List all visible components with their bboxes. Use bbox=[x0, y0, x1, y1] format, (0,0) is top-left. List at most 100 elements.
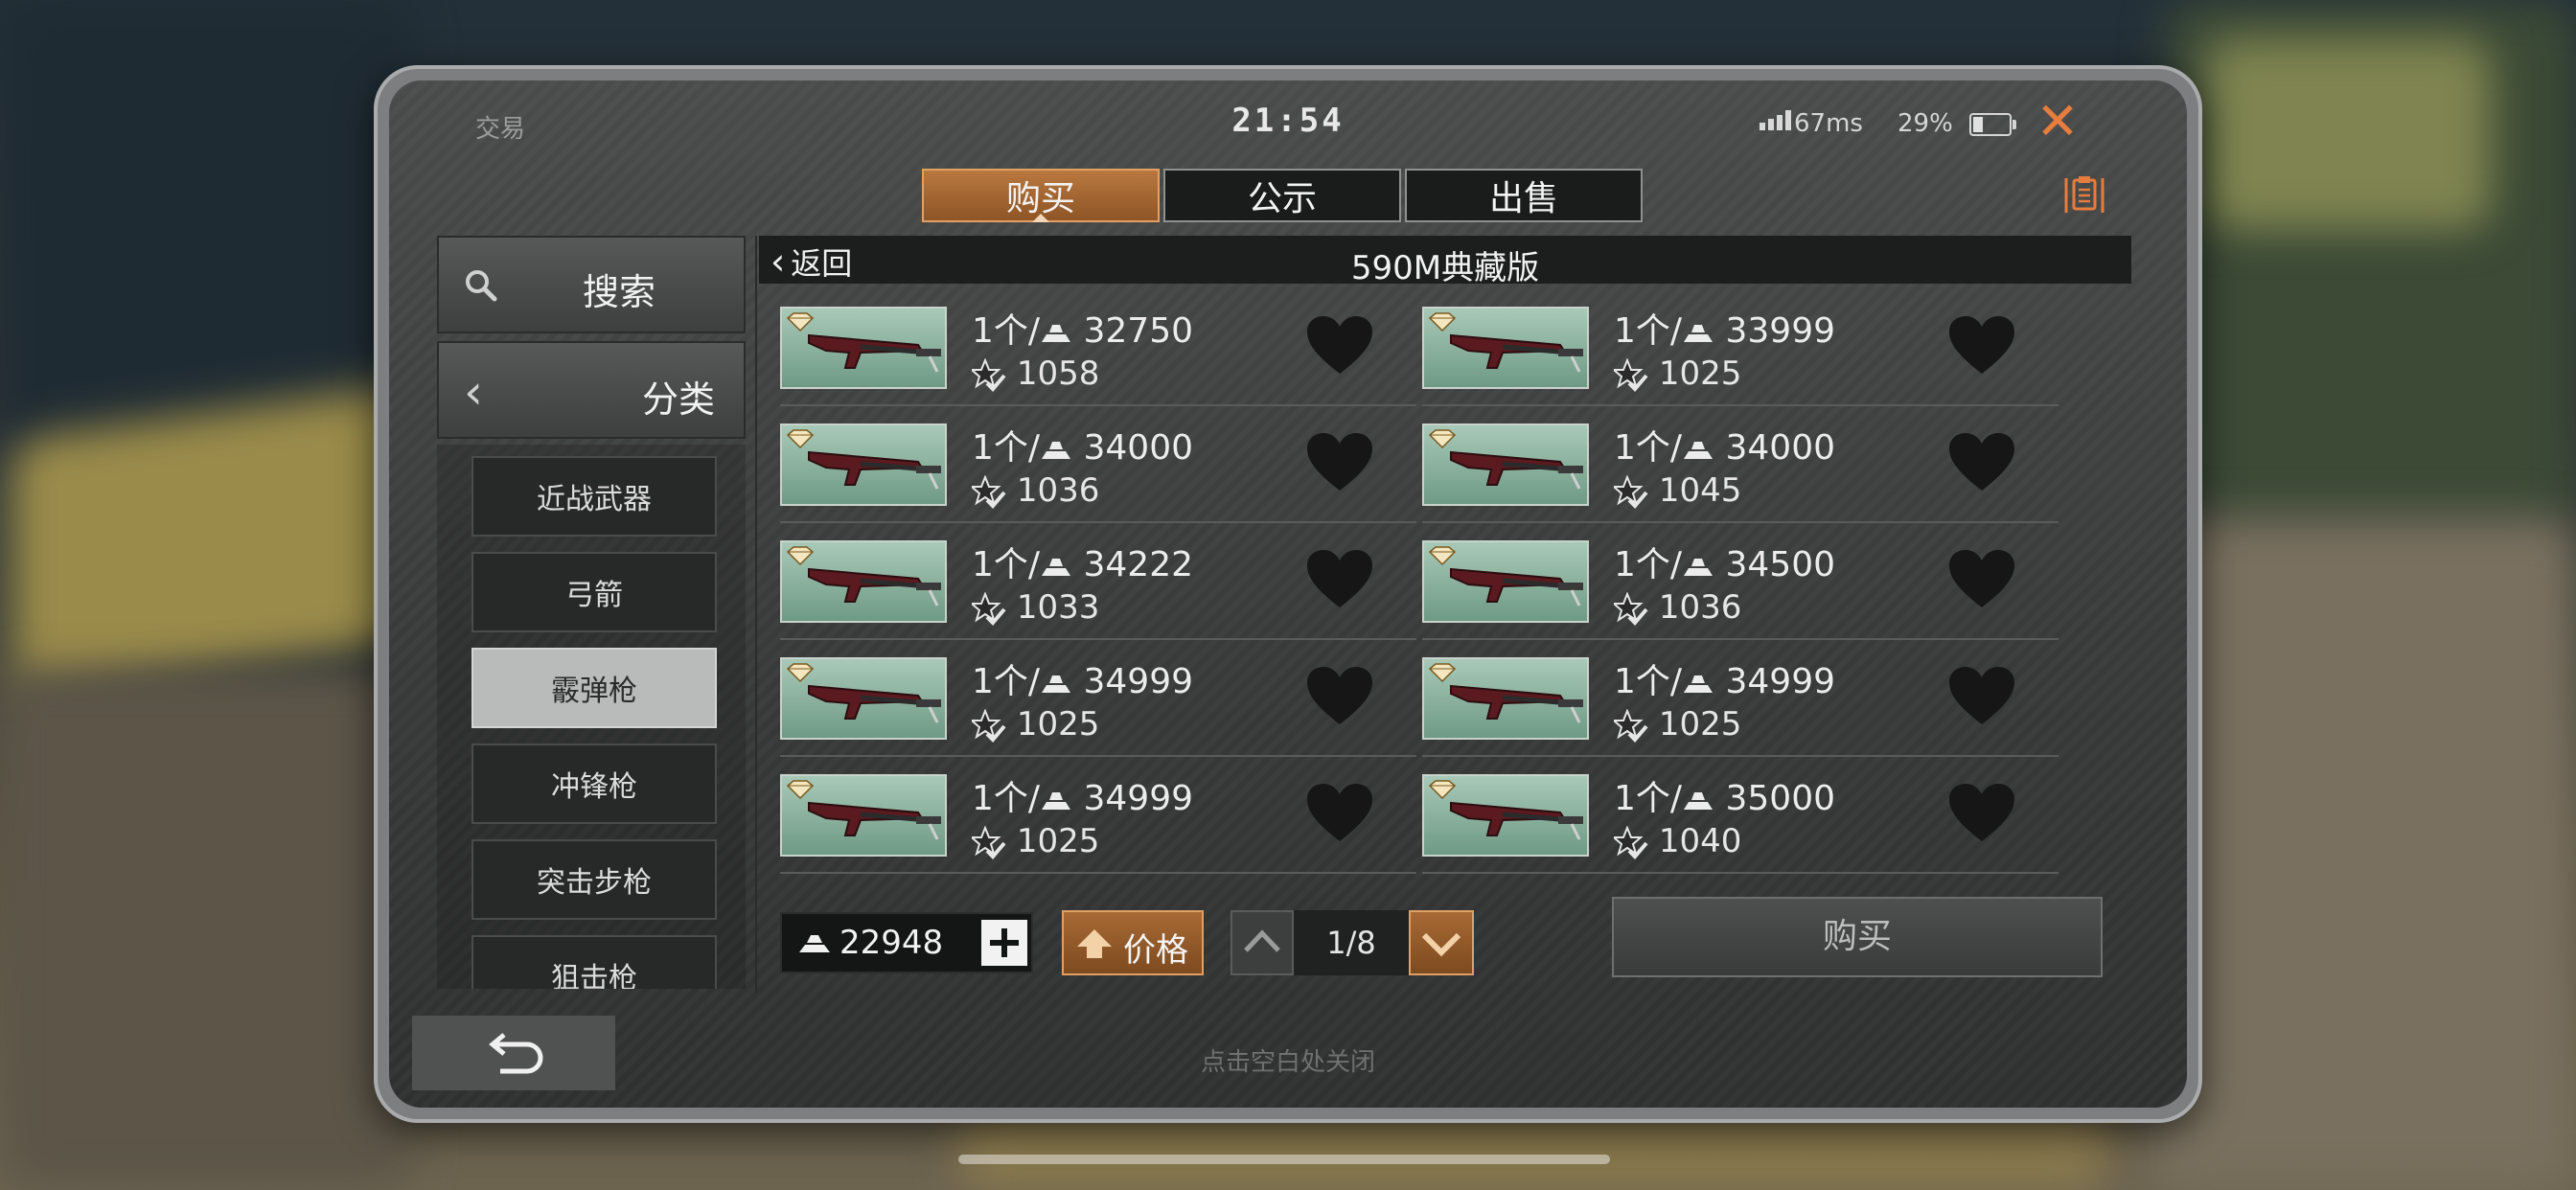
currency-balance: 22948 bbox=[780, 912, 1033, 973]
clipboard-icon[interactable] bbox=[2062, 172, 2106, 217]
category-button[interactable]: ‹ 分类 bbox=[437, 341, 746, 439]
listing-price: 1个/ 34999 bbox=[1614, 653, 1835, 703]
sort-price-button[interactable]: 价格 bbox=[1062, 910, 1204, 975]
search-label: 搜索 bbox=[583, 271, 656, 313]
listing-item[interactable]: 1个/ 34999 1025 bbox=[1422, 653, 2058, 757]
category-smg[interactable]: 冲锋枪 bbox=[472, 744, 717, 824]
listing-price: 1个/ 33999 bbox=[1614, 303, 1835, 353]
price-text: 1个/ 34000 bbox=[972, 428, 1194, 468]
battery-icon bbox=[1969, 113, 2016, 136]
listing-rating: 1058 bbox=[972, 355, 1099, 393]
star-check-icon bbox=[972, 357, 1006, 392]
heart-icon[interactable] bbox=[1305, 548, 1374, 611]
listing-item[interactable]: 1个/ 34500 1036 bbox=[1422, 537, 2058, 640]
price-text: 1个/ 34222 bbox=[972, 545, 1194, 584]
listing-item[interactable]: 1个/ 34999 1025 bbox=[780, 653, 1416, 757]
category-melee[interactable]: 近战武器 bbox=[472, 456, 717, 537]
listing-rating: 1045 bbox=[1614, 471, 1741, 510]
search-button[interactable]: 搜索 bbox=[437, 236, 746, 333]
category-sniper[interactable]: 狙击枪 bbox=[472, 935, 717, 989]
item-header: ‹ 返回 590M典藏版 bbox=[759, 236, 2131, 287]
rating-value: 1040 bbox=[1658, 822, 1742, 860]
heart-icon[interactable] bbox=[1947, 548, 2016, 611]
page-indicator: 1/8 bbox=[1294, 910, 1409, 975]
sort-up-icon bbox=[1077, 929, 1112, 958]
gold-icon bbox=[1684, 675, 1714, 693]
category-assault-rifle[interactable]: 突击步枪 bbox=[472, 839, 717, 920]
sidebar-divider bbox=[755, 236, 757, 993]
rating-value: 1036 bbox=[1658, 588, 1742, 627]
item-thumbnail bbox=[1422, 307, 1589, 389]
sort-label: 价格 bbox=[1123, 931, 1188, 970]
star-check-icon bbox=[1614, 591, 1648, 626]
category-bow[interactable]: 弓箭 bbox=[472, 552, 717, 632]
listing-item[interactable]: 1个/ 33999 1025 bbox=[1422, 303, 2058, 406]
add-currency-button[interactable] bbox=[981, 920, 1027, 966]
next-page-button[interactable] bbox=[1409, 910, 1474, 975]
listing-item[interactable]: 1个/ 34000 1045 bbox=[1422, 420, 2058, 523]
gold-icon bbox=[1042, 559, 1071, 576]
tab-buy[interactable]: 购买 bbox=[922, 169, 1160, 222]
price-text: 1个/ 34999 bbox=[1614, 662, 1836, 701]
heart-icon[interactable] bbox=[1305, 665, 1374, 728]
shotgun-image bbox=[1450, 333, 1583, 373]
rating-value: 1025 bbox=[1658, 355, 1742, 393]
listing-price: 1个/ 34000 bbox=[1614, 420, 1835, 469]
item-thumbnail bbox=[780, 540, 947, 623]
listing-price: 1个/ 34222 bbox=[972, 537, 1193, 586]
price-text: 1个/ 34500 bbox=[1614, 545, 1836, 584]
rating-value: 1025 bbox=[1016, 822, 1100, 860]
close-icon[interactable]: ✕ bbox=[2030, 94, 2085, 149]
shotgun-image bbox=[1450, 567, 1583, 606]
shotgun-image bbox=[1450, 450, 1583, 490]
tab-sell[interactable]: 出售 bbox=[1405, 169, 1643, 222]
search-icon bbox=[466, 270, 497, 302]
shotgun-image bbox=[1450, 801, 1583, 840]
listing-rating: 1025 bbox=[972, 705, 1099, 744]
heart-icon[interactable] bbox=[1305, 314, 1374, 378]
item-title: 590M典藏版 bbox=[1350, 249, 1540, 287]
heart-icon[interactable] bbox=[1947, 314, 2016, 378]
listing-rating: 1033 bbox=[972, 588, 1099, 627]
listing-price: 1个/ 34999 bbox=[972, 653, 1193, 703]
item-thumbnail bbox=[780, 307, 947, 389]
heart-icon[interactable] bbox=[1305, 782, 1374, 845]
listing-item[interactable]: 1个/ 34000 1036 bbox=[780, 420, 1416, 523]
tab-notice[interactable]: 公示 bbox=[1163, 169, 1401, 222]
star-check-icon bbox=[1614, 708, 1648, 743]
category-label: 分类 bbox=[641, 378, 715, 421]
star-check-icon bbox=[972, 474, 1006, 509]
heart-icon[interactable] bbox=[1305, 431, 1374, 494]
star-check-icon bbox=[972, 591, 1006, 626]
heart-icon[interactable] bbox=[1947, 665, 2016, 728]
price-text: 1个/ 34999 bbox=[972, 779, 1194, 818]
battery-percent: 29% bbox=[1898, 109, 1953, 138]
signal-icon bbox=[1760, 109, 1791, 130]
item-thumbnail bbox=[1422, 774, 1589, 857]
category-shotgun[interactable]: 霰弹枪 bbox=[472, 648, 717, 728]
listing-item[interactable]: 1个/ 32750 1058 bbox=[780, 303, 1416, 406]
listing-item[interactable]: 1个/ 35000 1040 bbox=[1422, 770, 2058, 874]
price-text: 1个/ 34999 bbox=[972, 662, 1194, 701]
gold-icon bbox=[1042, 792, 1071, 810]
listing-rating: 1025 bbox=[972, 822, 1099, 860]
chevron-up-icon bbox=[1244, 929, 1280, 952]
buy-button[interactable]: 购买 bbox=[1612, 897, 2103, 977]
heart-icon[interactable] bbox=[1947, 782, 2016, 845]
heart-icon[interactable] bbox=[1947, 431, 2016, 494]
chevron-down-icon bbox=[1421, 932, 1461, 957]
listing-item[interactable]: 1个/ 34222 1033 bbox=[780, 537, 1416, 640]
item-thumbnail bbox=[1422, 423, 1589, 506]
price-text: 1个/ 35000 bbox=[1614, 779, 1836, 818]
gold-icon bbox=[1684, 325, 1714, 342]
listing-item[interactable]: 1个/ 34999 1025 bbox=[780, 770, 1416, 874]
trade-panel: 交易 21:54 67ms 29% ✕ 购买 公示 出售 搜索 ‹ 分类 近战武… bbox=[389, 80, 2187, 1108]
prev-page-button[interactable] bbox=[1230, 910, 1294, 975]
balance-amount: 22948 bbox=[840, 924, 944, 962]
ping-value: 67ms bbox=[1794, 109, 1863, 138]
listing-rating: 1025 bbox=[1614, 355, 1741, 393]
price-text: 1个/ 34000 bbox=[1614, 428, 1836, 468]
item-thumbnail bbox=[780, 423, 947, 506]
category-list[interactable]: 近战武器 弓箭 霰弹枪 冲锋枪 突击步枪 狙击枪 bbox=[437, 445, 746, 989]
listing-price: 1个/ 34999 bbox=[972, 770, 1193, 820]
